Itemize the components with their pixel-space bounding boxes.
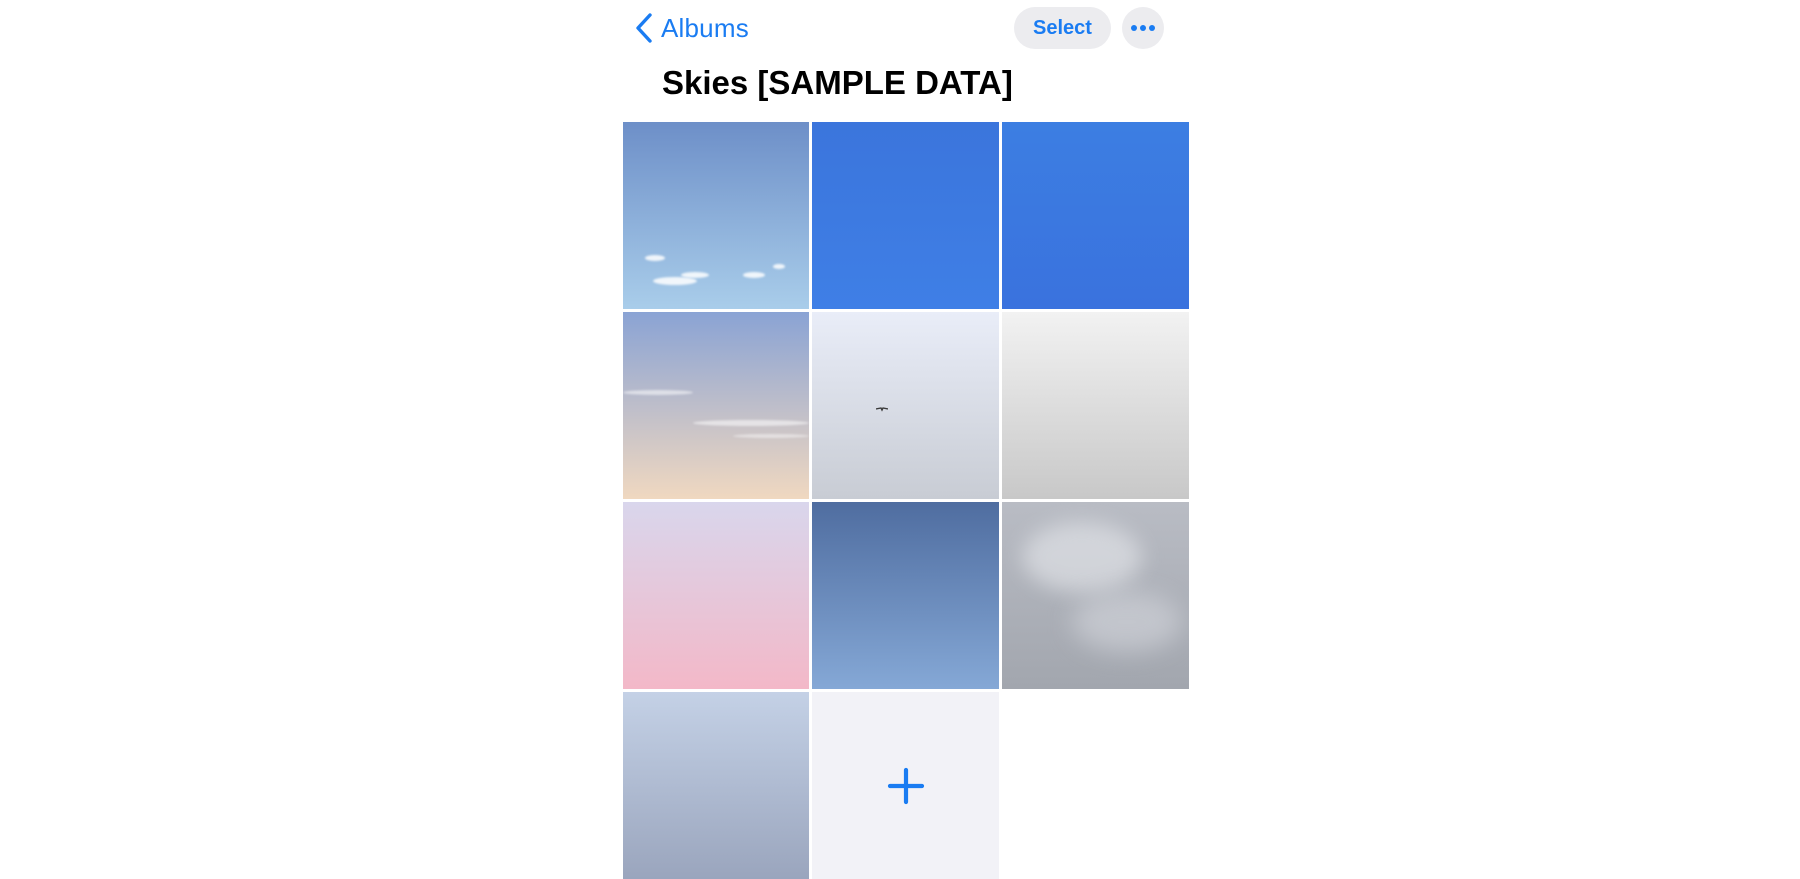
photo-thumbnail[interactable] bbox=[1002, 312, 1189, 499]
select-button[interactable]: Select bbox=[1014, 7, 1111, 49]
plus-icon bbox=[887, 767, 924, 804]
photo-thumbnail[interactable] bbox=[623, 122, 809, 309]
back-button[interactable]: Albums bbox=[635, 8, 749, 48]
photo-thumbnail[interactable] bbox=[1002, 122, 1189, 309]
ellipsis-icon bbox=[1131, 25, 1155, 31]
album-title: Skies [SAMPLE DATA] bbox=[662, 64, 1013, 101]
photo-thumbnail[interactable] bbox=[623, 502, 809, 689]
photo-thumbnail[interactable] bbox=[812, 312, 999, 499]
album-screen: Albums Select Skies [SAMPLE DATA] bbox=[621, 0, 1189, 879]
photo-thumbnail[interactable] bbox=[623, 312, 809, 499]
photo-thumbnail[interactable] bbox=[1002, 502, 1189, 689]
add-photo-button[interactable] bbox=[812, 692, 999, 879]
chevron-left-icon bbox=[636, 13, 652, 43]
photo-grid bbox=[623, 122, 1189, 879]
bird-icon bbox=[876, 407, 888, 412]
back-button-label: Albums bbox=[661, 12, 749, 43]
photo-thumbnail[interactable] bbox=[812, 122, 999, 309]
photo-thumbnail[interactable] bbox=[812, 502, 999, 689]
more-options-button[interactable] bbox=[1122, 7, 1164, 49]
photo-thumbnail[interactable] bbox=[623, 692, 809, 879]
